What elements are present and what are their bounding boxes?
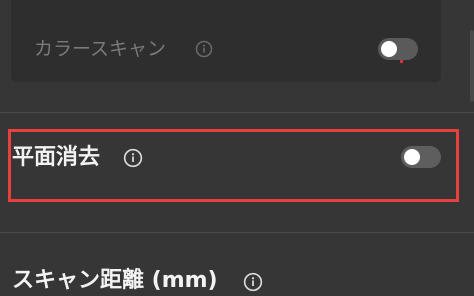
info-icon[interactable] [123,148,143,168]
plane-removal-label: 平面消去 [12,145,101,170]
status-dot [400,60,403,63]
settings-panel: カラースキャン 平面消去 スキャン距離 (mm) [0,0,474,296]
toggle-knob [404,149,420,165]
info-icon[interactable] [195,40,213,58]
scrollbar[interactable] [470,30,474,102]
scan-distance-label: スキャン距離 (mm) [12,268,218,293]
divider [0,112,474,113]
divider [0,232,474,233]
plane-removal-toggle[interactable] [401,146,441,168]
color-scan-label: カラースキャン [34,38,167,60]
info-icon[interactable] [243,272,263,292]
color-scan-toggle[interactable] [378,38,418,60]
toggle-knob [381,41,397,57]
